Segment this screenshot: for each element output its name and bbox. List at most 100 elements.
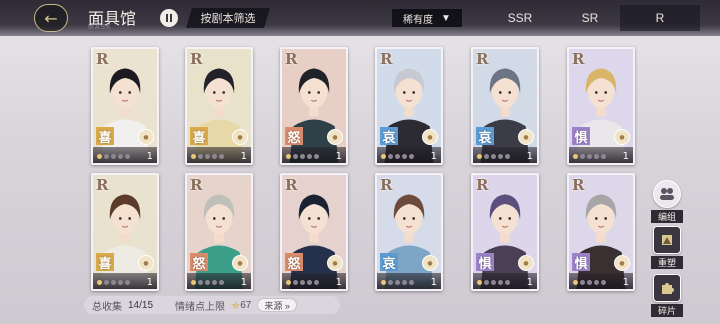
script-filter-button[interactable]: 按剧本筛选 bbox=[186, 8, 270, 28]
star-dot bbox=[300, 280, 305, 285]
emotion-tag: 喜 bbox=[190, 127, 208, 146]
card-count: 1 bbox=[622, 277, 629, 288]
rarity-label: R bbox=[476, 50, 489, 68]
star-dot bbox=[111, 280, 116, 285]
card-count: 1 bbox=[146, 151, 153, 162]
star-dot bbox=[97, 154, 102, 159]
star-dot bbox=[219, 280, 224, 285]
star-dot bbox=[381, 280, 386, 285]
rarity-label: R bbox=[572, 176, 585, 194]
card-count: 1 bbox=[240, 151, 247, 162]
emotion-cap-value: 67 bbox=[240, 299, 252, 311]
star-dot bbox=[212, 154, 217, 159]
collection-bar: 总收集 14/15 情绪点上限 ✯ 67 来源 » bbox=[84, 296, 340, 314]
emotion-tag: 喜 bbox=[96, 127, 114, 146]
emotion-tag: 惧 bbox=[572, 253, 590, 272]
mask-card[interactable]: R 惧 ● 1 bbox=[567, 173, 635, 291]
source-button[interactable]: 来源 » bbox=[257, 298, 297, 312]
mood-badge-icon: ● bbox=[138, 255, 154, 271]
rarity-label: R bbox=[380, 176, 393, 194]
mask-card[interactable]: R 哀 ● 1 bbox=[471, 47, 539, 165]
emotion-tag: 哀 bbox=[380, 253, 398, 272]
rarity-label: R bbox=[285, 176, 298, 194]
mood-badge-icon: ● bbox=[518, 255, 534, 271]
star-dot bbox=[307, 280, 312, 285]
mask-card[interactable]: R 惧 ● 1 bbox=[471, 173, 539, 291]
star-dot bbox=[205, 280, 210, 285]
mood-badge-icon: ● bbox=[232, 255, 248, 271]
star-dot bbox=[314, 280, 319, 285]
rarity-label: R bbox=[572, 50, 585, 68]
pause-filter-icon[interactable] bbox=[160, 9, 178, 27]
mask-card[interactable]: R 哀 ● 1 bbox=[375, 47, 443, 165]
rarity-label: R bbox=[96, 50, 109, 68]
reshape-button[interactable]: 重塑 bbox=[651, 226, 683, 269]
card-count: 1 bbox=[430, 277, 437, 288]
star-dot bbox=[594, 154, 599, 159]
star-dot bbox=[505, 154, 510, 159]
star-rating bbox=[97, 154, 130, 159]
star-rating bbox=[573, 154, 606, 159]
emotion-tag: 惧 bbox=[572, 127, 590, 146]
group-label: 编组 bbox=[651, 210, 683, 223]
star-dot bbox=[191, 154, 196, 159]
group-button[interactable]: 编组 bbox=[651, 180, 683, 223]
mask-card[interactable]: R 哀 ● 1 bbox=[375, 173, 443, 291]
star-dot bbox=[580, 154, 585, 159]
star-icon: ✯ bbox=[231, 299, 241, 312]
card-count: 1 bbox=[335, 151, 342, 162]
reshape-label: 重塑 bbox=[651, 256, 683, 269]
mask-card[interactable]: R 怒 ● 1 bbox=[280, 173, 348, 291]
star-dot bbox=[402, 280, 407, 285]
rarity-label: R bbox=[285, 50, 298, 68]
collection-label: 总收集 bbox=[92, 301, 122, 313]
mask-card[interactable]: R 怒 ● 1 bbox=[280, 47, 348, 165]
mask-card[interactable]: R 惧 ● 1 bbox=[567, 47, 635, 165]
card-count: 1 bbox=[430, 151, 437, 162]
sort-label: 稀有度 bbox=[403, 14, 434, 26]
star-dot bbox=[104, 280, 109, 285]
star-rating bbox=[286, 154, 319, 159]
tab-ssr[interactable]: SSR bbox=[485, 5, 555, 31]
star-dot bbox=[498, 280, 503, 285]
tab-r[interactable]: R bbox=[620, 5, 700, 31]
star-rating bbox=[573, 280, 606, 285]
fragment-button[interactable]: 碎片 bbox=[651, 274, 683, 317]
star-dot bbox=[198, 280, 203, 285]
back-button[interactable]: ← bbox=[34, 4, 68, 32]
mood-badge-icon: ● bbox=[614, 255, 630, 271]
star-dot bbox=[580, 280, 585, 285]
star-dot bbox=[381, 154, 386, 159]
emotion-tag: 哀 bbox=[380, 127, 398, 146]
mood-badge-icon: ● bbox=[422, 129, 438, 145]
mask-card[interactable]: R 喜 ● 1 bbox=[185, 47, 253, 165]
mask-card[interactable]: R 喜 ● 1 bbox=[91, 47, 159, 165]
star-dot bbox=[307, 154, 312, 159]
sort-dropdown[interactable]: 稀有度 ▼ bbox=[392, 9, 462, 27]
star-dot bbox=[286, 154, 291, 159]
card-count: 1 bbox=[335, 277, 342, 288]
mood-badge-icon: ● bbox=[232, 129, 248, 145]
mask-card[interactable]: R 怒 ● 1 bbox=[185, 173, 253, 291]
collection-value: 14/15 bbox=[128, 299, 154, 311]
star-dot bbox=[97, 280, 102, 285]
star-dot bbox=[104, 154, 109, 159]
star-dot bbox=[125, 154, 130, 159]
star-rating bbox=[191, 154, 224, 159]
star-dot bbox=[314, 154, 319, 159]
star-dot bbox=[587, 280, 592, 285]
star-rating bbox=[381, 280, 414, 285]
page-subtitle: MASK bbox=[88, 24, 112, 31]
emotion-tag: 惧 bbox=[476, 253, 494, 272]
star-dot bbox=[587, 154, 592, 159]
reshape-icon bbox=[653, 226, 681, 254]
mood-badge-icon: ● bbox=[422, 255, 438, 271]
mask-card[interactable]: R 喜 ● 1 bbox=[91, 173, 159, 291]
tab-sr[interactable]: SR bbox=[555, 5, 625, 31]
star-rating bbox=[381, 154, 414, 159]
star-dot bbox=[409, 154, 414, 159]
star-dot bbox=[293, 154, 298, 159]
rarity-label: R bbox=[190, 50, 203, 68]
star-dot bbox=[409, 280, 414, 285]
star-dot bbox=[198, 154, 203, 159]
